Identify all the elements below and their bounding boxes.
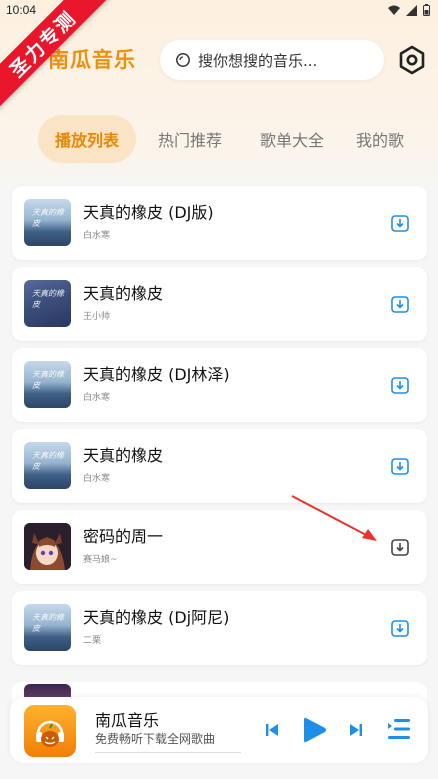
download-icon[interactable] [389,536,411,558]
song-artist: 白水寒 [83,231,111,241]
skip-next-icon[interactable] [348,722,364,738]
album-cover: 天真的橡皮 [24,604,71,651]
song-row[interactable]: 天真的橡皮 天真的橡皮 (DJ林泽) 白水寒 [12,348,427,422]
song-title: 密码的周一 [83,527,164,546]
tab-label: 热门推荐 [157,131,222,150]
battery-icon [423,4,430,16]
song-title: 天真的橡皮 [83,446,164,465]
album-cover [24,523,71,570]
song-artist: 王小帅 [83,312,111,322]
album-cover: 天真的橡皮 [24,199,71,246]
song-artist: 白水寒 [83,474,111,484]
download-icon[interactable] [389,374,411,396]
status-icons [388,4,430,16]
play-icon[interactable] [302,716,328,744]
tab-my-songs[interactable]: 我的歌 [356,115,420,163]
tab-playlists[interactable]: 歌单大全 [252,115,332,163]
album-cover: 天真的橡皮 [24,280,71,327]
song-title: 天真的橡皮 (DJ版) [83,203,214,222]
download-icon[interactable] [389,617,411,639]
song-artist: 白水寒 [83,393,111,403]
song-row[interactable]: 天真的橡皮 天真的橡皮 王小帅 [12,267,427,341]
player-subtitle: 免费畅听下载全网歌曲 [95,730,241,753]
song-row[interactable]: 天真的橡皮 天真的橡皮 (Dj阿尼) 二栗 [12,591,427,665]
anime-character-image [24,523,71,570]
bottom-strip [0,769,438,779]
song-row[interactable]: 密码的周一 赛马娘~ [12,510,427,584]
download-icon[interactable] [389,455,411,477]
song-title: 天真的橡皮 (DJ林泽) [83,365,230,384]
song-row[interactable]: 天真的橡皮 天真的橡皮 白水寒 [12,429,427,503]
status-time: 10:04 [6,3,37,17]
app-title: 南瓜音乐 [48,48,136,72]
playlist-icon[interactable] [386,717,412,741]
mini-player[interactable]: 南瓜音乐 免费畅听下载全网歌曲 [10,697,428,763]
signal-icon [406,4,417,16]
download-icon[interactable] [389,293,411,315]
album-cover: 天真的橡皮 [24,361,71,408]
tab-hot[interactable]: 热门推荐 [150,115,230,163]
song-artist: 赛马娘~ [83,555,118,565]
tab-playlist[interactable]: 播放列表 [38,115,136,163]
wifi-icon [388,5,400,15]
download-icon[interactable] [389,212,411,234]
settings-icon[interactable] [397,45,427,75]
song-title: 天真的橡皮 [83,284,164,303]
song-row[interactable]: 天真的橡皮 天真的橡皮 (DJ版) 白水寒 [12,186,427,260]
player-title: 南瓜音乐 [95,711,160,730]
search-icon [176,53,190,67]
skip-previous-icon[interactable] [264,722,280,738]
song-artist: 二栗 [83,636,102,646]
search-input[interactable]: 搜你想搜的音乐... [160,40,384,80]
tab-label: 我的歌 [356,131,405,150]
pumpkin-logo-icon [24,705,76,757]
tab-label: 歌单大全 [259,131,324,150]
tab-bar: 播放列表 热门推荐 歌单大全 我的歌 [0,115,438,165]
search-placeholder: 搜你想搜的音乐... [198,51,318,70]
tab-label: 播放列表 [54,131,119,150]
album-cover: 天真的橡皮 [24,442,71,489]
song-title: 天真的橡皮 (Dj阿尼) [83,608,230,627]
